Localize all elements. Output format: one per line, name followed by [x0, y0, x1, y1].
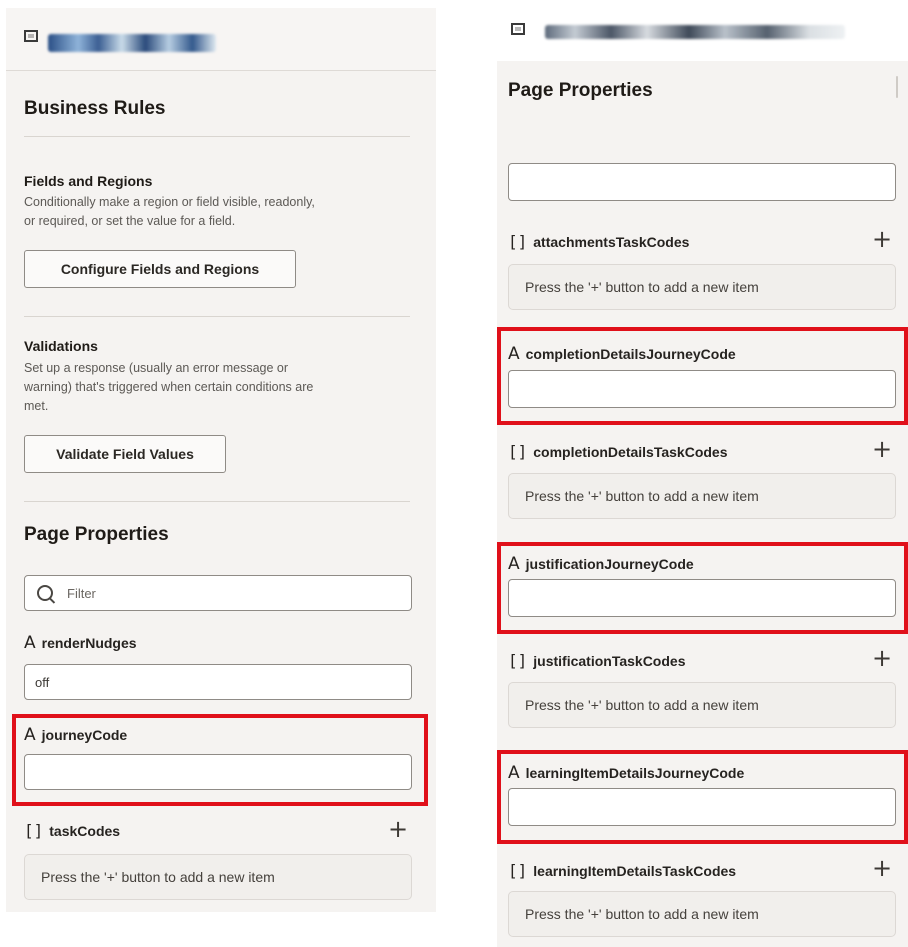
panel-header — [497, 6, 908, 61]
validations-desc-2: warning) that's triggered when certain c… — [24, 380, 314, 394]
highlight-box — [497, 750, 908, 844]
page-properties-heading: Page Properties — [508, 80, 653, 101]
right-properties-panel: Page Properties [] attachmentsTaskCodes … — [497, 6, 908, 947]
field-label-text: completionDetailsTaskCodes — [533, 443, 728, 460]
highlight-box — [497, 542, 908, 634]
validations-desc-3: met. — [24, 399, 49, 413]
field-label-text: justificationTaskCodes — [533, 652, 686, 669]
empty-array-box: Press the '+' button to add a new item — [24, 854, 412, 900]
fields-regions-desc-2: or required, or set the value for a fiel… — [24, 214, 236, 228]
empty-array-box: Press the '+' button to add a new item — [508, 682, 896, 728]
business-rules-heading: Business Rules — [24, 98, 166, 119]
array-type-icon: [] — [24, 821, 44, 840]
field-label-learningitemdetailstaskcodes: [] learningItemDetailsTaskCodes — [508, 861, 736, 880]
fields-regions-desc-1: Conditionally make a region or field vis… — [24, 195, 315, 209]
add-item-button[interactable]: + — [872, 856, 892, 880]
scrollbar-thumb[interactable] — [896, 76, 898, 98]
panel-title-redacted — [545, 25, 845, 39]
divider — [24, 501, 410, 502]
highlight-box — [497, 327, 908, 425]
field-label-text: taskCodes — [49, 822, 121, 839]
search-icon — [37, 585, 53, 601]
array-type-icon: [] — [508, 651, 528, 670]
fields-regions-heading: Fields and Regions — [24, 173, 153, 189]
field-label-rendernudges: A renderNudges — [24, 633, 137, 653]
field-label-text: renderNudges — [41, 635, 137, 651]
panel-header — [6, 8, 436, 71]
divider — [24, 136, 410, 137]
array-type-icon: [] — [508, 861, 528, 880]
validations-desc-1: Set up a response (usually an error mess… — [24, 361, 289, 375]
page-properties-heading: Page Properties — [24, 524, 169, 545]
empty-array-box: Press the '+' button to add a new item — [508, 891, 896, 937]
filter-input[interactable]: Filter — [24, 575, 412, 611]
configure-fields-regions-button[interactable]: Configure Fields and Regions — [24, 250, 296, 288]
array-type-icon: [] — [508, 442, 528, 461]
field-label-taskcodes: [] taskCodes — [24, 821, 120, 840]
empty-array-box: Press the '+' button to add a new item — [508, 473, 896, 519]
array-type-icon: [] — [508, 232, 528, 251]
divider — [24, 316, 410, 317]
add-item-button[interactable]: + — [872, 227, 892, 251]
field-label-text: learningItemDetailsTaskCodes — [533, 862, 737, 879]
page-icon — [511, 23, 525, 35]
field-label-attachmentstaskcodes: [] attachmentsTaskCodes — [508, 232, 689, 251]
field-label-justificationtaskcodes: [] justificationTaskCodes — [508, 651, 685, 670]
validate-field-values-button[interactable]: Validate Field Values — [24, 435, 226, 473]
add-item-button[interactable]: + — [872, 646, 892, 670]
rendernudges-input[interactable]: off — [24, 664, 412, 700]
left-properties-panel: Business Rules Fields and Regions Condit… — [6, 8, 436, 912]
add-item-button[interactable]: + — [388, 817, 408, 841]
highlight-box — [12, 714, 428, 806]
string-type-icon: A — [24, 633, 36, 653]
field-label-text: attachmentsTaskCodes — [533, 233, 690, 250]
unnamed-input[interactable] — [508, 163, 896, 201]
validations-heading: Validations — [24, 338, 98, 354]
panel-title-redacted — [48, 34, 216, 52]
page-icon — [24, 30, 38, 42]
add-item-button[interactable]: + — [872, 437, 892, 461]
field-label-completiondetailstaskcodes: [] completionDetailsTaskCodes — [508, 442, 728, 461]
empty-array-box: Press the '+' button to add a new item — [508, 264, 896, 310]
